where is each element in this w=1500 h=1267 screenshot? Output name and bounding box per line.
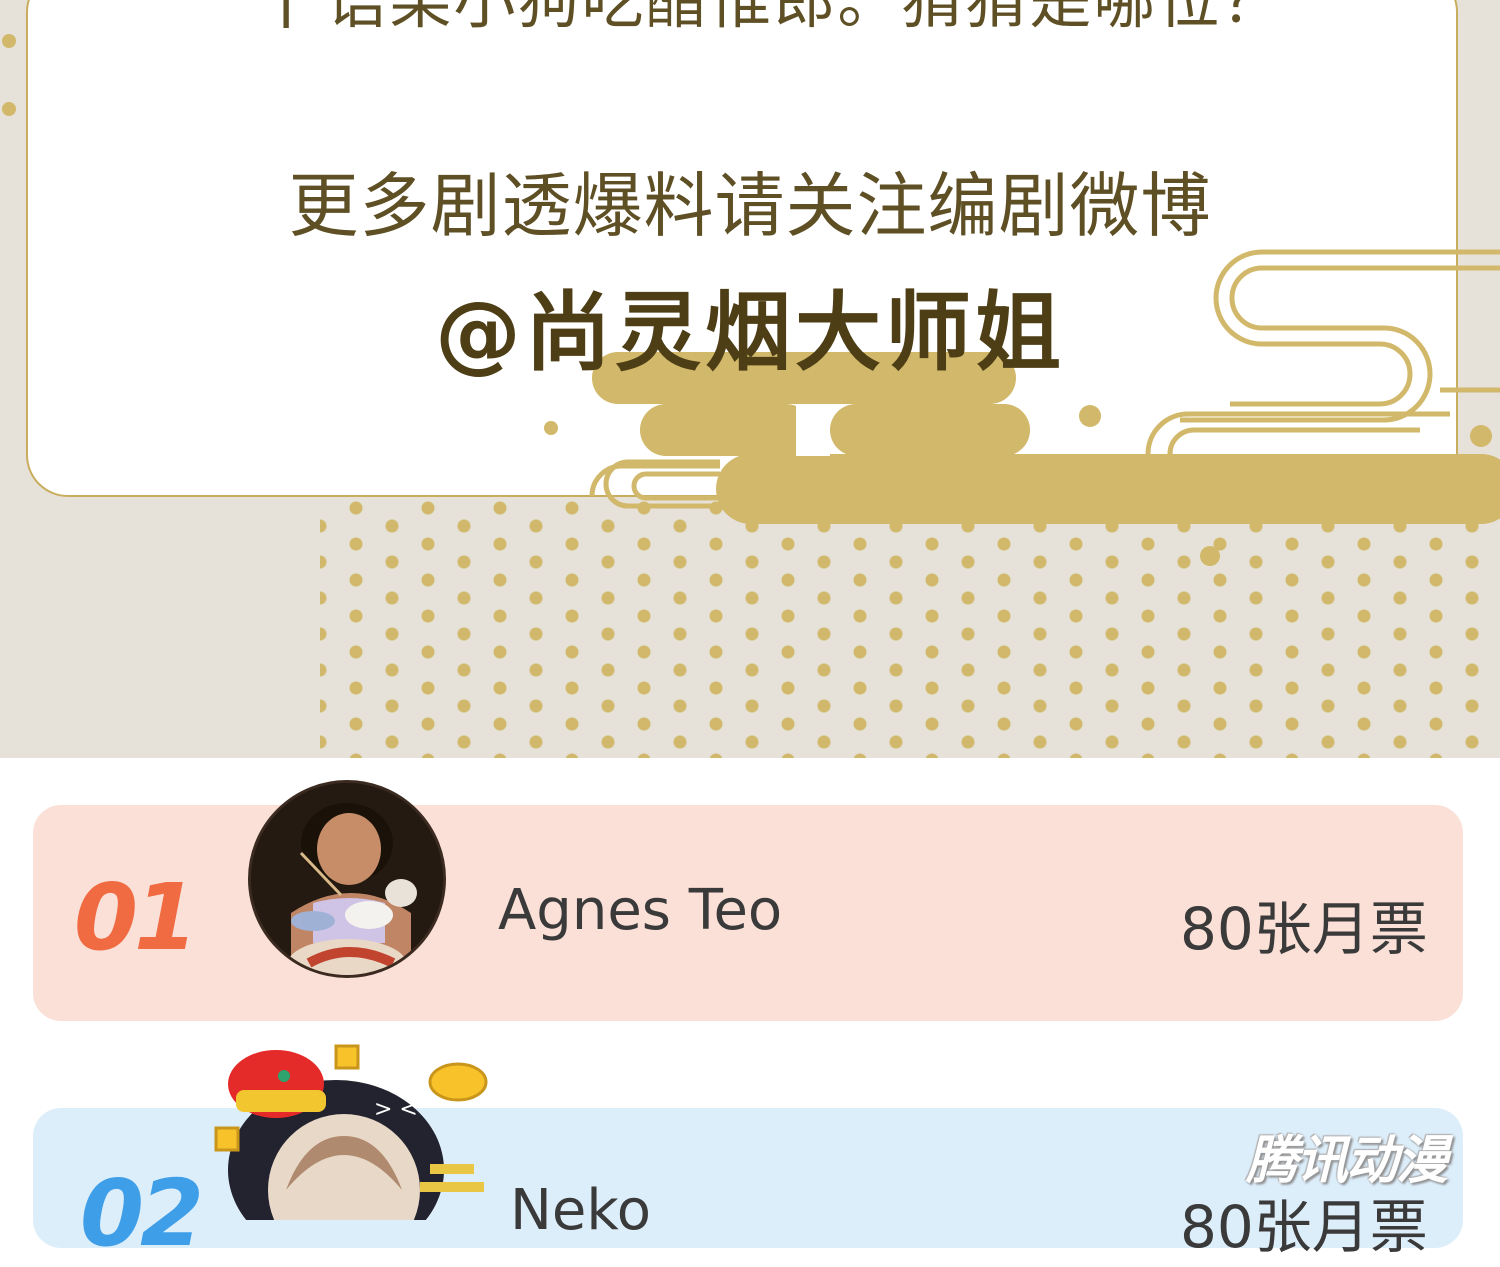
avatar-photo (251, 783, 443, 975)
vote-count: 80张月票 (1180, 895, 1428, 963)
avatar[interactable] (248, 780, 446, 978)
rank-number: 01 (74, 864, 198, 971)
penguin-frame-icon: > < (214, 1044, 488, 1266)
username: Neko (510, 1178, 652, 1243)
promo-banner: † 语某小狗吃醋惟郎。猜猜是哪位？ 更多剧透爆料请关注编剧微博 @尚灵烟大师姐 (0, 0, 1500, 758)
rank-number: 02 (80, 1160, 204, 1267)
site-watermark: 腾讯动漫 (1246, 1131, 1448, 1191)
svg-text:> <: > < (374, 1097, 418, 1122)
weibo-handle[interactable]: @尚灵烟大师姐 (0, 262, 1500, 387)
username: Agnes Teo (498, 878, 783, 943)
avatar-frame[interactable]: > < (206, 1040, 496, 1266)
vote-count: 80张月票 (1180, 1193, 1428, 1261)
